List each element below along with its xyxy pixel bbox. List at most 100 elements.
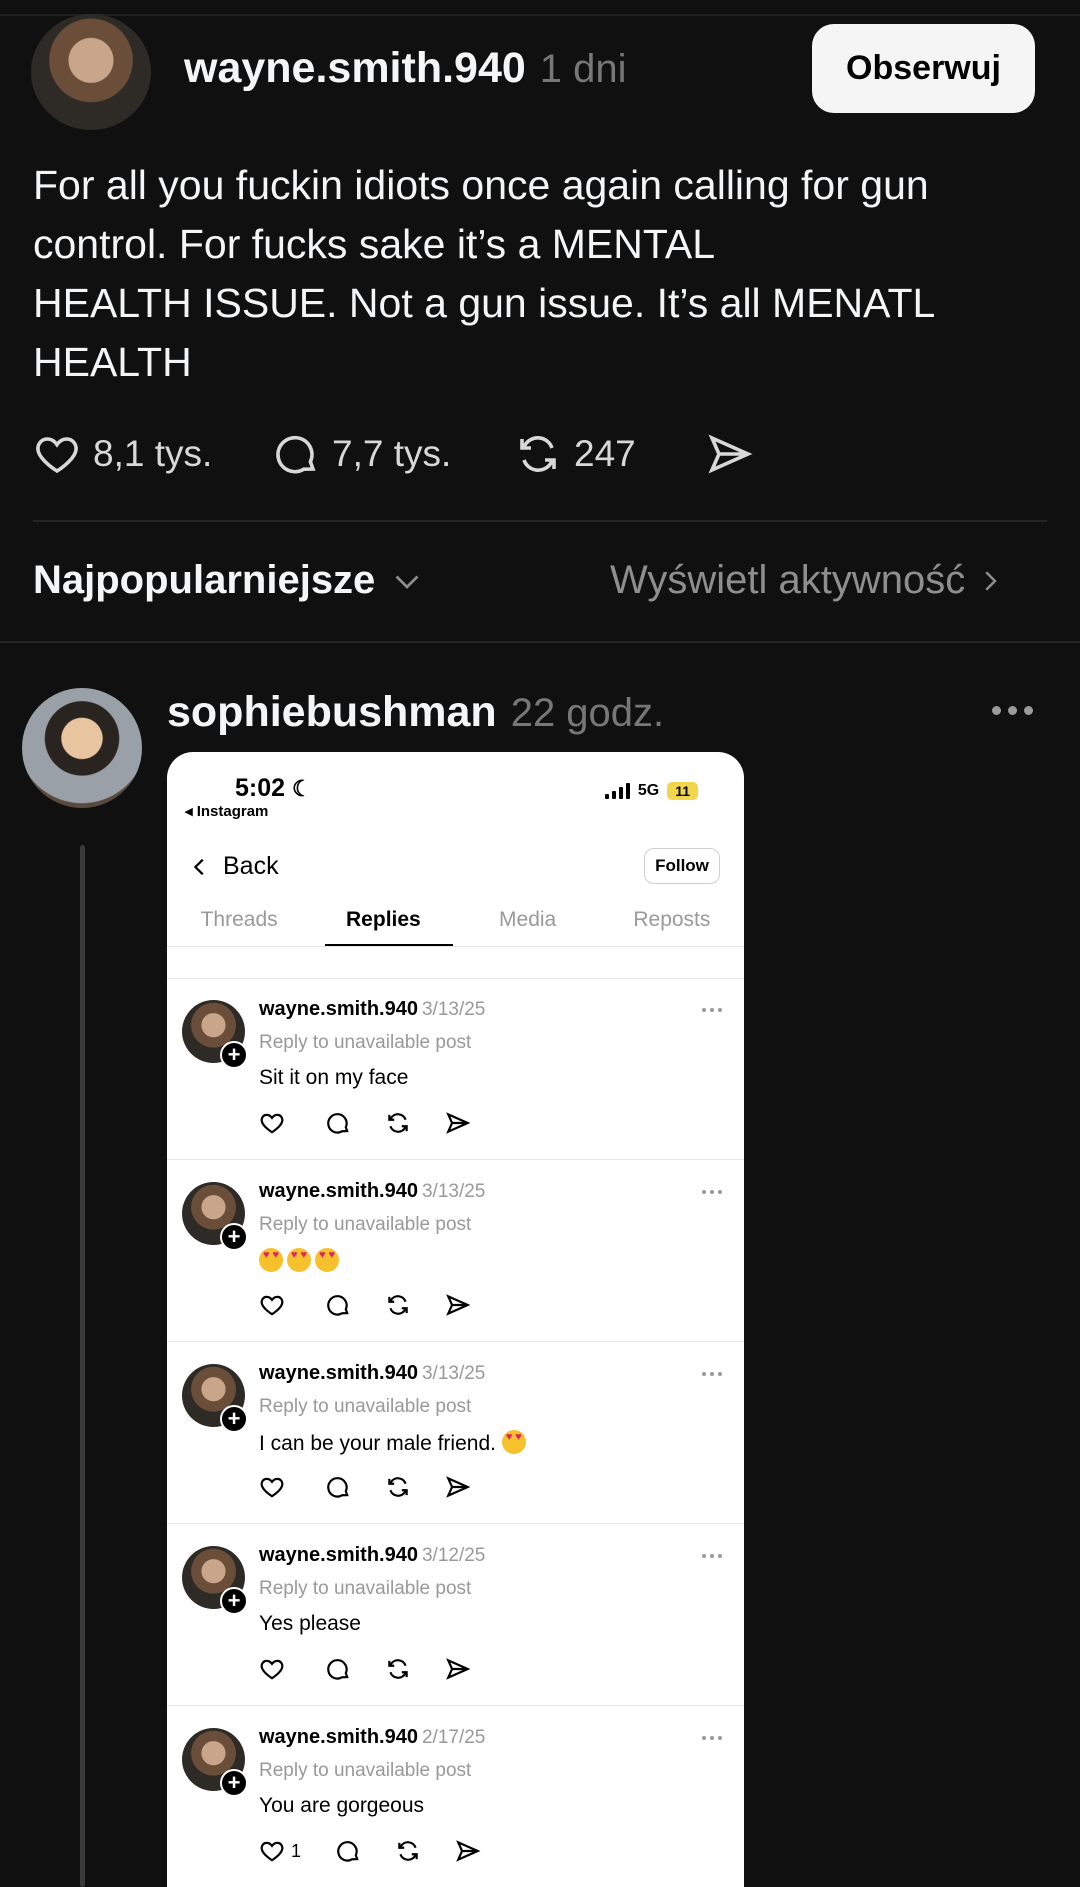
view-activity-label: Wyświetl aktywność (610, 558, 966, 602)
dot (718, 1190, 722, 1194)
comment-icon[interactable] (325, 1656, 351, 1682)
send-icon[interactable] (445, 1110, 471, 1136)
reply-like-count: 1 (291, 1840, 302, 1861)
status-time: 5:02 ☾ (235, 774, 312, 802)
heart-icon[interactable] (259, 1656, 285, 1682)
send-icon[interactable] (445, 1656, 471, 1682)
reply-more-button[interactable] (702, 1372, 722, 1376)
top-divider (0, 14, 1080, 16)
status-bar: 5G 11 (604, 782, 698, 800)
reply-context: Reply to unavailable post (259, 1578, 472, 1599)
reply-username[interactable]: wayne.smith.940 (259, 1362, 418, 1384)
plus-icon[interactable]: + (220, 1587, 248, 1615)
list-item[interactable]: + wayne.smith.940 3/13/25 Reply to unavaila… (167, 1342, 744, 1523)
heart-eyes-emoji (259, 1248, 283, 1272)
attached-screenshot[interactable]: 5:02 ☾ ◂ Instagram 5G 11 Back Follow Thr… (167, 752, 744, 1887)
list-item[interactable]: + wayne.smith.940 3/12/25 Reply to unavaila… (167, 1524, 744, 1705)
battery-icon: 11 (667, 782, 698, 800)
reply-like[interactable] (259, 1110, 291, 1136)
share-button[interactable] (706, 430, 754, 478)
reply-text: Yes please (259, 1612, 361, 1635)
comment-icon[interactable] (325, 1110, 351, 1136)
post-body: For all you fuckin idiots once again cal… (33, 162, 936, 385)
dot (702, 1372, 706, 1376)
repost-button[interactable]: 247 (514, 430, 636, 478)
reply-body: Yes please (259, 1612, 361, 1636)
dot (992, 706, 1001, 715)
reply-username[interactable]: wayne.smith.940 (259, 1544, 418, 1566)
reply-more-button[interactable] (702, 1008, 722, 1012)
replier-avatar[interactable] (22, 688, 142, 808)
post-header: wayne.smith.940 1 dni (184, 44, 627, 93)
more-options-button[interactable] (992, 706, 1033, 715)
reply-author: wayne.smith.940 3/13/25 (259, 998, 485, 1021)
reply-body: You are gorgeous (259, 1794, 424, 1818)
tab-replies[interactable]: Replies (311, 900, 455, 946)
comment-button[interactable]: 7,7 tys. (272, 430, 451, 478)
heart-icon[interactable] (259, 1838, 285, 1864)
tab-media[interactable]: Media (456, 900, 600, 946)
send-icon[interactable] (445, 1292, 471, 1318)
plus-icon[interactable]: + (220, 1223, 248, 1251)
reply-date: 3/13/25 (421, 1181, 486, 1202)
comment-icon[interactable] (335, 1838, 361, 1864)
heart-icon[interactable] (259, 1110, 285, 1136)
send-icon[interactable] (455, 1838, 481, 1864)
reply-context: Reply to unavailable post (259, 1396, 472, 1417)
back-button[interactable]: Back (189, 852, 279, 881)
plus-icon[interactable]: + (220, 1769, 248, 1797)
list-item[interactable]: + wayne.smith.940 3/13/25 Reply to unavaila… (167, 978, 744, 1159)
repost-icon[interactable] (385, 1656, 411, 1682)
repost-icon[interactable] (385, 1292, 411, 1318)
repost-icon (520, 436, 556, 472)
reply-more-button[interactable] (702, 1736, 722, 1740)
reply-username[interactable]: wayne.smith.940 (259, 1726, 418, 1748)
comment-icon[interactable] (325, 1474, 351, 1500)
reply-body (259, 1248, 343, 1274)
network-label: 5G (637, 782, 660, 799)
replier-username[interactable]: sophiebushman (167, 688, 497, 737)
dot (710, 1008, 714, 1012)
repost-icon[interactable] (395, 1838, 421, 1864)
tab-reposts[interactable]: Reposts (600, 900, 744, 946)
repost-icon[interactable] (385, 1474, 411, 1500)
comment-icon[interactable] (325, 1292, 351, 1318)
tab-threads[interactable]: Threads (167, 900, 311, 946)
follow-button[interactable]: Obserwuj (812, 24, 1035, 113)
heart-eyes-emoji (501, 1430, 526, 1454)
heart-eyes-emoji (287, 1248, 311, 1272)
send-icon (708, 434, 753, 474)
reply-like[interactable] (259, 1292, 291, 1318)
list-item[interactable]: + wayne.smith.940 3/13/25 Reply to unavaila… (167, 1160, 744, 1341)
repost-icon[interactable] (385, 1110, 411, 1136)
reply-more-button[interactable] (702, 1190, 722, 1194)
plus-icon[interactable]: + (220, 1041, 248, 1069)
dot (1008, 706, 1017, 715)
follow-button-small[interactable]: Follow (644, 848, 720, 884)
heart-icon[interactable] (259, 1474, 285, 1500)
author-avatar[interactable] (31, 14, 151, 130)
author-username[interactable]: wayne.smith.940 (184, 44, 526, 93)
tabs-divider (167, 946, 744, 947)
plus-icon[interactable]: + (220, 1405, 248, 1433)
view-activity-link[interactable]: Wyświetl aktywność (610, 558, 1005, 603)
dot (702, 1554, 706, 1558)
reply-actions (259, 1110, 471, 1136)
heart-icon[interactable] (259, 1292, 285, 1318)
reply-date: 3/13/25 (421, 999, 486, 1020)
send-icon[interactable] (445, 1474, 471, 1500)
list-item[interactable]: + wayne.smith.940 2/17/25 Reply to unavaila… (167, 1706, 744, 1887)
chevron-left-icon (193, 858, 204, 875)
reply-like[interactable]: 1 (259, 1838, 301, 1864)
reply-like[interactable] (259, 1656, 291, 1682)
sort-dropdown[interactable]: Najpopularniejsze (33, 558, 425, 603)
like-button[interactable]: 8,1 tys. (33, 430, 212, 478)
dot (702, 1190, 706, 1194)
like-count: 8,1 tys. (93, 433, 213, 474)
reply-username[interactable]: wayne.smith.940 (259, 998, 418, 1020)
reply-username[interactable]: wayne.smith.940 (259, 1180, 418, 1202)
reply-body: I can be your male friend. (259, 1430, 530, 1456)
reply-more-button[interactable] (702, 1554, 722, 1558)
reply-author: wayne.smith.940 3/13/25 (259, 1180, 485, 1203)
reply-like[interactable] (259, 1474, 291, 1500)
